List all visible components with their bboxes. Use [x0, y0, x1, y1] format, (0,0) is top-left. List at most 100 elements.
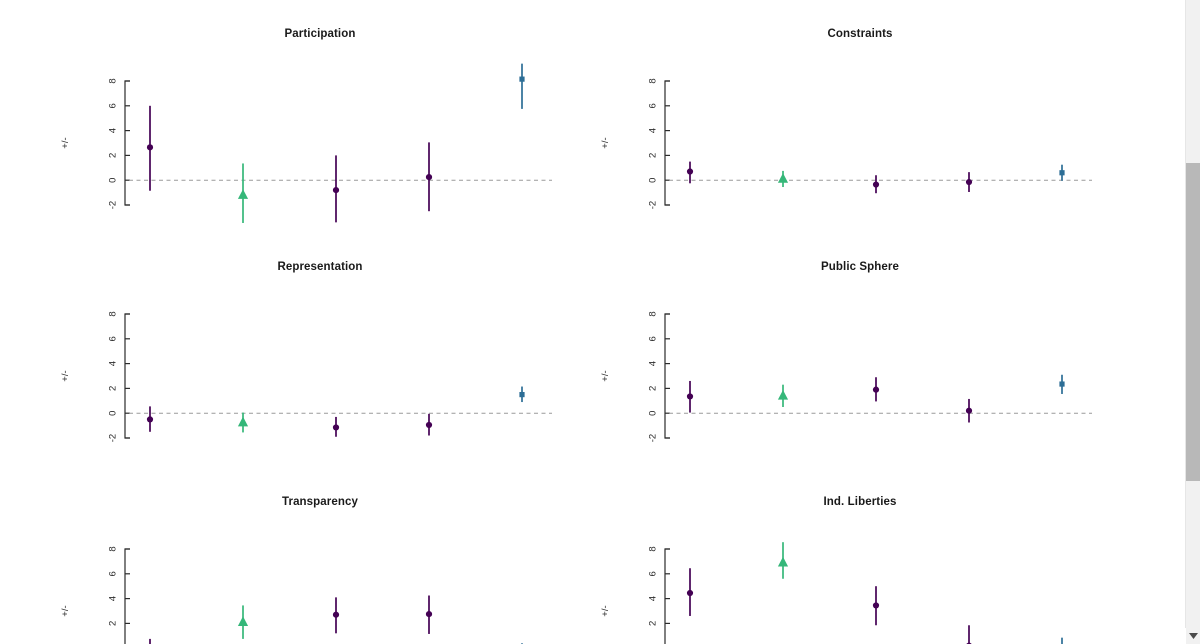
data-point [332, 155, 340, 223]
y-tick-label: 2 [648, 386, 659, 391]
marker-circle [425, 421, 433, 429]
panel-plot: +/-86420-2 [580, 48, 1140, 248]
data-point [965, 172, 973, 192]
vertical-scrollbar-track[interactable] [1185, 0, 1200, 628]
y-tick-label: 8 [108, 546, 119, 551]
y-axis-line [664, 313, 670, 439]
y-tick-label: 8 [648, 546, 659, 551]
panel-plot: +/-86420-2 [40, 281, 600, 481]
y-tick-label: 6 [648, 336, 659, 341]
marker-circle [146, 416, 154, 423]
panel-public-sphere: Public Sphere +/- 8 6 4 2 0 -2 [580, 253, 1140, 488]
marker-triangle [777, 389, 789, 400]
y-tick-label: 4 [648, 361, 659, 366]
panel-title: Ind. Liberties [823, 496, 897, 508]
panel-transparency: Transparency+/-86420-2 [40, 488, 600, 644]
marker-circle [425, 174, 433, 181]
marker-circle [686, 589, 694, 597]
marker-circle [872, 602, 880, 609]
data-point [872, 586, 880, 626]
y-tick-label: 4 [108, 361, 119, 366]
panel-title: Transparency [282, 496, 358, 508]
data-point [1061, 637, 1063, 644]
marker-triangle [237, 416, 249, 427]
marker-circle [425, 611, 433, 618]
y-axis-label: +/- [60, 137, 71, 148]
marker-square [1059, 381, 1065, 387]
marker-triangle [237, 189, 249, 199]
panel-ind-liberties: Ind. Liberties+/-86420-2 [580, 488, 1140, 644]
data-point [425, 142, 433, 212]
marker-circle [965, 407, 973, 414]
panel-title: Representation [277, 261, 363, 273]
data-point [237, 412, 249, 433]
data-point [777, 170, 789, 188]
y-axis-label: +/- [600, 137, 611, 148]
marker-circle [146, 144, 154, 151]
y-tick-label: 6 [648, 571, 659, 576]
panel-title: Public Sphere [821, 261, 899, 273]
y-tick-label: 4 [108, 128, 119, 133]
marker-circle [872, 386, 880, 393]
y-axis-line [124, 548, 130, 644]
marker-circle [686, 168, 694, 175]
y-axis-label: +/- [60, 605, 71, 616]
y-tick-label: 8 [108, 78, 119, 83]
panel-plot: +/-86420-2 [40, 516, 600, 644]
data-point [146, 105, 154, 191]
y-tick-label: 0 [648, 411, 659, 416]
y-tick-label: 0 [108, 411, 119, 416]
y-tick-label: 0 [648, 178, 659, 183]
y-tick-label: 4 [648, 128, 659, 133]
data-point [777, 384, 789, 407]
data-point [872, 175, 880, 194]
panel-representation: Representation +/- 8 6 4 2 0 -2 [40, 253, 600, 488]
data-point [686, 568, 694, 616]
y-tick-label: -2 [108, 201, 119, 209]
data-point [686, 380, 694, 413]
y-tick-label: -2 [648, 201, 659, 209]
y-axis-line [664, 80, 670, 206]
data-point [519, 386, 525, 403]
y-axis-label: +/- [600, 605, 611, 616]
y-tick-label: 6 [108, 336, 119, 341]
data-point [1059, 164, 1065, 181]
marker-circle [965, 178, 973, 186]
data-point [425, 413, 433, 436]
y-tick-label: 8 [648, 78, 659, 83]
y-axis-label: +/- [60, 370, 71, 381]
data-point [237, 605, 249, 639]
marker-square [1059, 170, 1065, 176]
y-tick-label: 2 [648, 153, 659, 158]
y-axis-label: +/- [600, 370, 611, 381]
marker-circle [332, 187, 340, 194]
data-point [1059, 374, 1065, 394]
y-tick-label: 4 [108, 596, 119, 601]
scrollbar-down-arrow-icon[interactable] [1186, 628, 1200, 644]
panel-title: Participation [284, 28, 356, 40]
panel-plot: +/-86420-2 [580, 516, 1140, 644]
marker-triangle [777, 556, 789, 567]
marker-circle [332, 611, 340, 618]
marker-circle [872, 181, 880, 188]
data-point [965, 398, 973, 423]
y-tick-label: -2 [108, 434, 119, 442]
y-tick-label: -2 [648, 434, 659, 442]
data-point [332, 597, 340, 634]
marker-triangle [777, 173, 789, 183]
data-point [332, 416, 340, 437]
y-axis-line [664, 548, 670, 644]
y-axis-line [124, 313, 130, 439]
panel-participation: Participation +/- 8 6 4 2 0 -2 [40, 20, 600, 255]
marker-square [519, 76, 525, 82]
marker-circle [686, 393, 694, 400]
y-tick-label: 2 [108, 153, 119, 158]
vertical-scrollbar-thumb[interactable] [1186, 163, 1200, 481]
data-point [519, 63, 525, 109]
y-tick-label: 8 [108, 311, 119, 316]
y-tick-label: 4 [648, 596, 659, 601]
panel-constraints: Constraints +/- 8 6 4 2 0 -2 [580, 20, 1140, 255]
y-tick-label: 0 [108, 178, 119, 183]
data-point [237, 163, 249, 223]
y-axis-line [124, 80, 130, 206]
